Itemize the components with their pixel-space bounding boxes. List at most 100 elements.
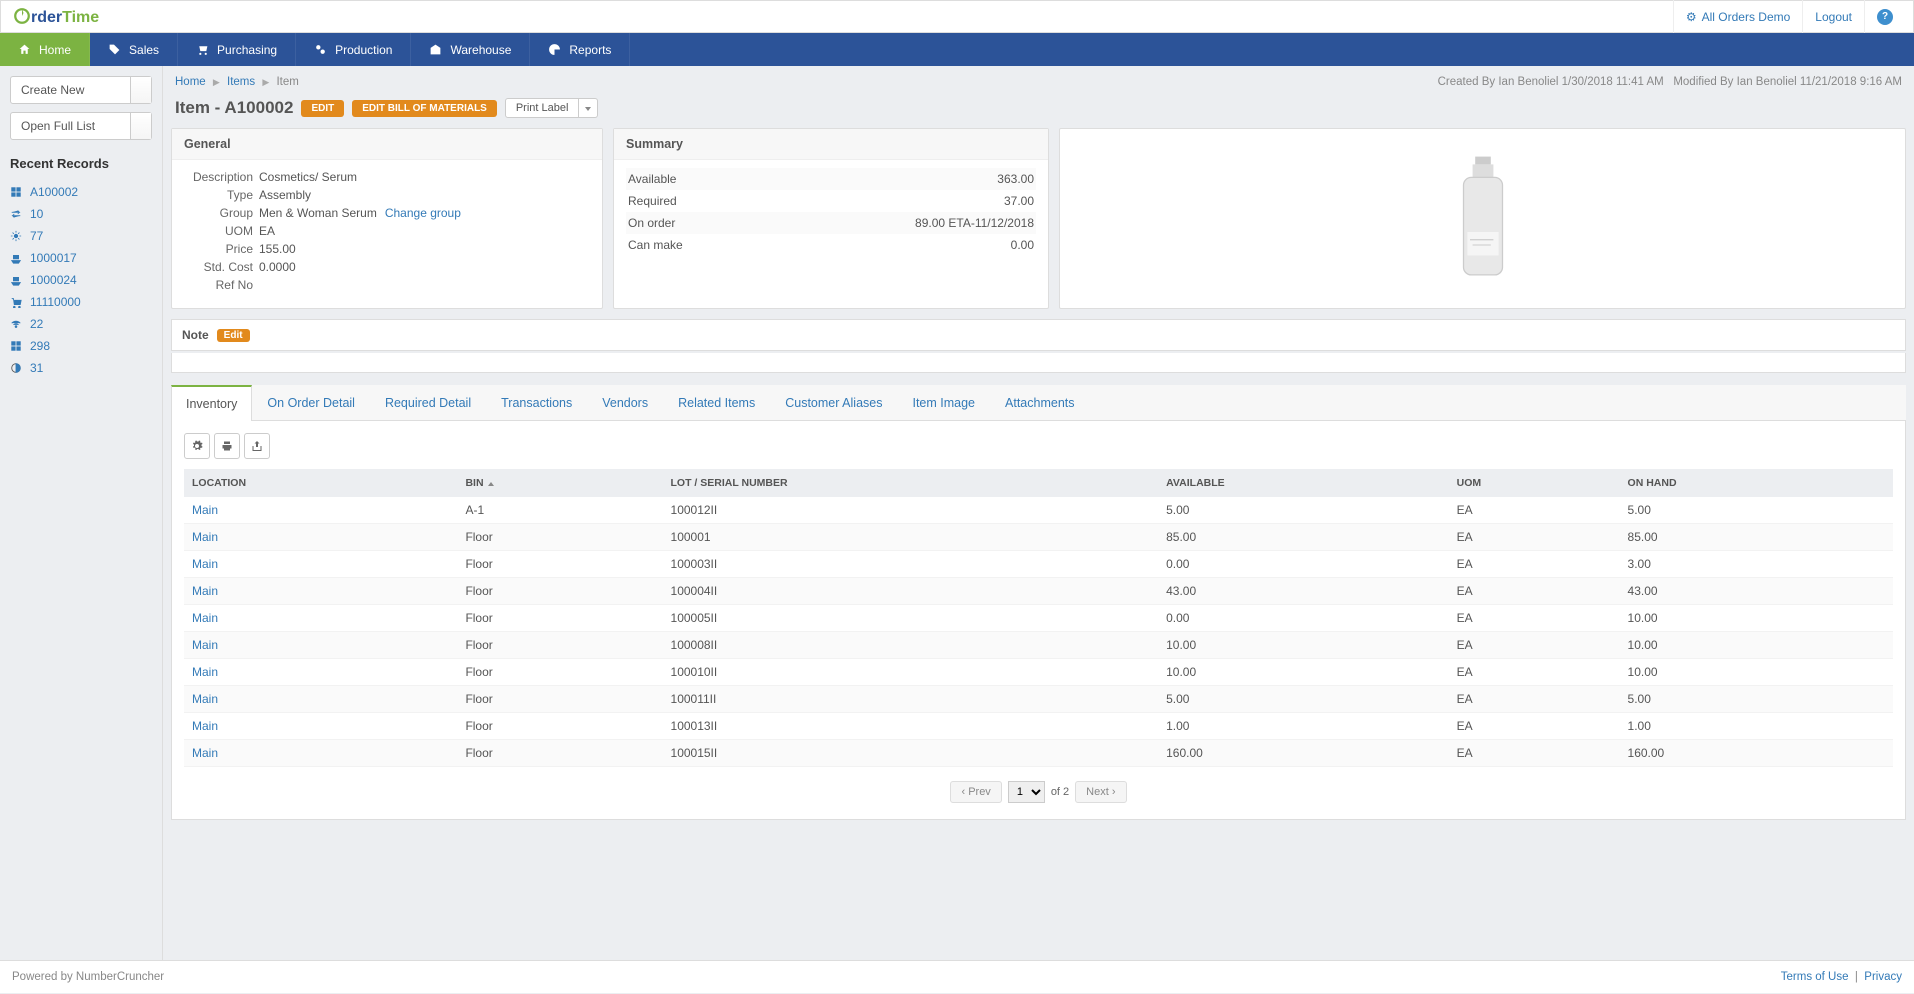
tab-required[interactable]: Required Detail — [370, 385, 486, 421]
logo[interactable]: rderTime — [13, 7, 99, 27]
recent-link[interactable]: 22 — [30, 317, 43, 331]
location-link[interactable]: Main — [192, 584, 218, 598]
inventory-table: LOCATION BIN LOT / SERIAL NUMBER AVAILAB… — [184, 469, 1893, 767]
recent-record-item[interactable]: 77 — [10, 225, 152, 247]
recent-link[interactable]: 10 — [30, 207, 43, 221]
location-link[interactable]: Main — [192, 557, 218, 571]
price-value: 155.00 — [259, 242, 296, 256]
recent-record-item[interactable]: 10 — [10, 203, 152, 225]
sidebar: Create New Open Full List Recent Records… — [0, 66, 163, 960]
open-full-list-button[interactable]: Open Full List — [10, 112, 152, 140]
recent-link[interactable]: A100002 — [30, 185, 78, 199]
table-settings-button[interactable] — [184, 433, 210, 459]
bin-cell: Floor — [457, 686, 662, 713]
recent-link[interactable]: 1000024 — [30, 273, 77, 287]
recent-record-item[interactable]: 22 — [10, 313, 152, 335]
recent-record-item[interactable]: A100002 — [10, 181, 152, 203]
help-link[interactable]: ? — [1864, 0, 1905, 33]
tab-image[interactable]: Item Image — [897, 385, 990, 421]
crumb-items[interactable]: Items — [227, 76, 255, 88]
nav-reports[interactable]: Reports — [530, 33, 630, 66]
terms-link[interactable]: Terms of Use — [1781, 971, 1849, 983]
bin-cell: Floor — [457, 524, 662, 551]
uom-label: UOM — [184, 224, 259, 238]
next-button[interactable]: Next › — [1075, 781, 1126, 803]
tag-icon — [108, 43, 121, 56]
recent-record-item[interactable]: 1000024 — [10, 269, 152, 291]
bin-cell: Floor — [457, 713, 662, 740]
all-orders-link[interactable]: ⚙All Orders Demo — [1673, 0, 1802, 33]
nav-home[interactable]: Home — [0, 33, 90, 66]
logout-link[interactable]: Logout — [1802, 0, 1864, 33]
cart-icon — [196, 43, 209, 56]
nav-purchasing[interactable]: Purchasing — [178, 33, 296, 66]
recent-link[interactable]: 298 — [30, 339, 50, 353]
privacy-link[interactable]: Privacy — [1864, 971, 1902, 983]
print-label-button[interactable]: Print Label — [505, 98, 580, 118]
tab-transactions[interactable]: Transactions — [486, 385, 587, 421]
th-location[interactable]: LOCATION — [184, 469, 457, 497]
gears-icon — [314, 43, 327, 56]
nav-sales[interactable]: Sales — [90, 33, 178, 66]
location-link[interactable]: Main — [192, 665, 218, 679]
tab-aliases[interactable]: Customer Aliases — [770, 385, 897, 421]
desc-value: Cosmetics/ Serum — [259, 170, 357, 184]
th-bin-label: BIN — [465, 477, 483, 489]
recent-link[interactable]: 31 — [30, 361, 43, 375]
page-select[interactable]: 1 — [1008, 781, 1045, 803]
table-export-button[interactable] — [244, 433, 270, 459]
table-row: MainFloor100004II43.00EA43.00 — [184, 578, 1893, 605]
location-link[interactable]: Main — [192, 638, 218, 652]
th-available[interactable]: AVAILABLE — [1158, 469, 1449, 497]
uom-cell: EA — [1449, 686, 1620, 713]
th-lot[interactable]: LOT / SERIAL NUMBER — [663, 469, 1159, 497]
tab-related[interactable]: Related Items — [663, 385, 770, 421]
location-link[interactable]: Main — [192, 530, 218, 544]
nav-warehouse-label: Warehouse — [450, 43, 511, 57]
edit-bom-button[interactable]: EDIT BILL OF MATERIALS — [352, 100, 497, 117]
recent-link[interactable]: 11110000 — [30, 295, 81, 309]
table-row: MainFloor100010II10.00EA10.00 — [184, 659, 1893, 686]
req-label: Required — [628, 194, 677, 208]
ship-icon — [10, 252, 22, 264]
product-image — [1438, 154, 1528, 284]
location-link[interactable]: Main — [192, 692, 218, 706]
onhand-cell: 5.00 — [1620, 497, 1893, 524]
recent-link[interactable]: 77 — [30, 229, 43, 243]
powered-by: Powered by NumberCruncher — [12, 971, 164, 983]
recent-link[interactable]: 1000017 — [30, 251, 77, 265]
nav-production[interactable]: Production — [296, 33, 411, 66]
th-uom[interactable]: UOM — [1449, 469, 1620, 497]
recent-record-item[interactable]: 31 — [10, 357, 152, 379]
uom-value: EA — [259, 224, 275, 238]
recent-record-item[interactable]: 1000017 — [10, 247, 152, 269]
tab-vendors[interactable]: Vendors — [587, 385, 663, 421]
location-link[interactable]: Main — [192, 746, 218, 760]
recent-record-item[interactable]: 11110000 — [10, 291, 152, 313]
location-link[interactable]: Main — [192, 611, 218, 625]
location-link[interactable]: Main — [192, 719, 218, 733]
edit-button[interactable]: EDIT — [301, 100, 344, 117]
order-label: On order — [628, 216, 675, 230]
note-body — [171, 353, 1906, 373]
uom-cell: EA — [1449, 551, 1620, 578]
prev-label: Prev — [968, 786, 991, 798]
tab-inventory[interactable]: Inventory — [171, 385, 252, 421]
th-onhand[interactable]: ON HAND — [1620, 469, 1893, 497]
modified-by: Modified By Ian Benoliel 11/21/2018 9:16… — [1673, 76, 1902, 88]
recent-record-item[interactable]: 298 — [10, 335, 152, 357]
change-group-link[interactable]: Change group — [385, 206, 461, 220]
prev-button[interactable]: ‹ Prev — [950, 781, 1001, 803]
crumb-home[interactable]: Home — [175, 76, 206, 88]
tab-attachments[interactable]: Attachments — [990, 385, 1089, 421]
ref-label: Ref No — [184, 278, 259, 292]
avail-cell: 5.00 — [1158, 497, 1449, 524]
print-label-dropdown[interactable] — [579, 98, 598, 118]
note-edit-button[interactable]: Edit — [217, 329, 250, 342]
create-new-button[interactable]: Create New — [10, 76, 152, 104]
table-print-button[interactable] — [214, 433, 240, 459]
nav-warehouse[interactable]: Warehouse — [411, 33, 530, 66]
location-link[interactable]: Main — [192, 503, 218, 517]
th-bin[interactable]: BIN — [457, 469, 662, 497]
tab-on-order[interactable]: On Order Detail — [252, 385, 370, 421]
